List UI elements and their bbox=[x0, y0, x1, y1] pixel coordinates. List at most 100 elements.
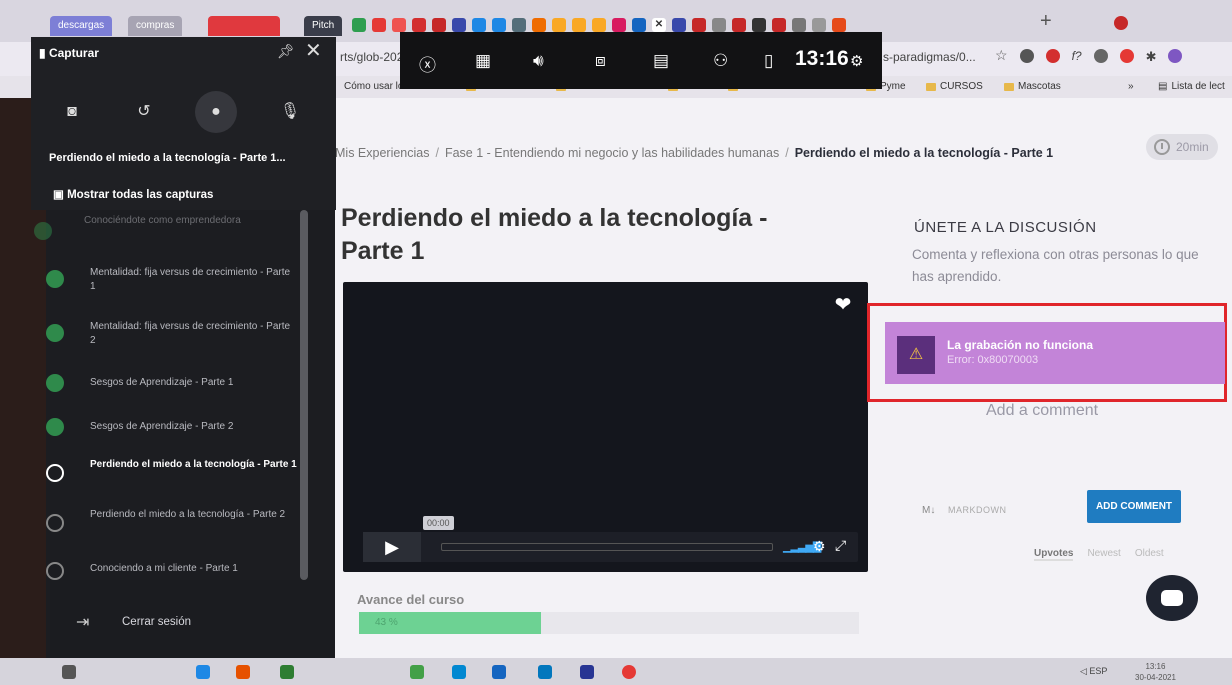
tab-favicon[interactable] bbox=[812, 18, 826, 32]
status-ring bbox=[46, 514, 64, 532]
reading-list[interactable]: ▤ Lista de lect bbox=[1158, 81, 1225, 92]
tab-favicon[interactable] bbox=[492, 18, 506, 32]
extension-icon[interactable] bbox=[1019, 49, 1034, 63]
status-dot bbox=[46, 324, 64, 342]
chat-button[interactable] bbox=[1146, 575, 1198, 621]
puzzle-icon[interactable]: ✱ bbox=[1146, 49, 1157, 65]
comment-input[interactable]: Add a comment bbox=[986, 402, 1098, 420]
tab-favicon[interactable] bbox=[612, 18, 626, 32]
record-last-button[interactable]: ↺ bbox=[123, 91, 165, 133]
extension-icon[interactable] bbox=[1119, 49, 1134, 63]
tab-favicon[interactable] bbox=[592, 18, 606, 32]
tab-favicon[interactable] bbox=[692, 18, 706, 32]
sort-upvotes[interactable]: Upvotes bbox=[1034, 548, 1074, 561]
record-button[interactable]: ● bbox=[195, 91, 237, 133]
settings-icon[interactable]: ⚙ bbox=[850, 52, 863, 70]
comment-sort-tabs: Upvotes Newest Oldest bbox=[1034, 548, 1164, 561]
widget-icon[interactable]: ▦ bbox=[475, 51, 491, 71]
tab-favicon[interactable] bbox=[532, 18, 546, 32]
tab-favicon[interactable] bbox=[372, 18, 386, 32]
error-toast[interactable]: ⚠ La grabación no funciona Error: 0x8007… bbox=[885, 322, 1225, 384]
tab-compras[interactable]: compras bbox=[128, 16, 183, 36]
taskbar-app-icon[interactable] bbox=[538, 665, 552, 679]
chrome-icon[interactable] bbox=[622, 665, 636, 679]
tab-descargas[interactable]: descargas bbox=[50, 16, 113, 36]
tab-favicon[interactable] bbox=[552, 18, 566, 32]
bookmark[interactable]: Mascotas bbox=[1004, 81, 1061, 92]
taskbar-app-icon[interactable] bbox=[236, 665, 250, 679]
video-player[interactable]: ❤ ▶ 00:00 ▁▂▃▅▇ ⚙ ⤢ bbox=[343, 282, 868, 572]
profile-icon[interactable] bbox=[1168, 49, 1183, 63]
audio-icon[interactable]: 🔊︎ bbox=[533, 51, 544, 71]
mouse-icon[interactable]: ▯ bbox=[764, 51, 773, 71]
close-icon[interactable]: ✕ bbox=[305, 38, 322, 63]
tab-favicon[interactable] bbox=[392, 18, 406, 32]
gear-icon[interactable]: ⚙ bbox=[813, 538, 826, 555]
fullscreen-icon[interactable]: ⤢ bbox=[835, 537, 846, 554]
tab-favicon[interactable] bbox=[352, 18, 366, 32]
tab-favicon[interactable] bbox=[712, 18, 726, 32]
performance-icon[interactable]: ▤ bbox=[653, 51, 669, 71]
tab-favicon[interactable] bbox=[732, 18, 746, 32]
address-bar-right[interactable]: s-paradigmas/0... bbox=[883, 50, 976, 64]
function-icon[interactable]: f? bbox=[1072, 49, 1082, 65]
xbox-icon[interactable]: ⓧ bbox=[419, 51, 436, 76]
capture-caption: Perdiendo el miedo a la tecnología - Par… bbox=[49, 152, 286, 164]
camera-icon: ◙ bbox=[67, 103, 77, 120]
keyboard-language[interactable]: ESP bbox=[1089, 666, 1107, 676]
tab-favicon[interactable] bbox=[412, 18, 426, 32]
bookmark[interactable]: CURSOS bbox=[926, 81, 983, 92]
tab-favicon[interactable] bbox=[752, 18, 766, 32]
show-all-captures-link[interactable]: ▣ Mostrar todas las capturas bbox=[53, 187, 213, 201]
screenshot-button[interactable]: ◙ bbox=[51, 91, 93, 133]
sidebar-scrollbar[interactable] bbox=[300, 210, 308, 580]
tab-favicon[interactable] bbox=[772, 18, 786, 32]
tab-red[interactable] bbox=[208, 16, 280, 36]
new-tab-button[interactable]: + bbox=[1040, 10, 1052, 33]
taskbar-app-icon[interactable] bbox=[452, 665, 466, 679]
taskbar-clock[interactable]: 13:16 30-04-2021 bbox=[1135, 661, 1176, 683]
toast-title: La grabación no funciona bbox=[947, 338, 1094, 352]
tab-favicon[interactable] bbox=[672, 18, 686, 32]
social-icon[interactable]: ⚇ bbox=[713, 51, 728, 71]
taskbar-app-icon[interactable] bbox=[410, 665, 424, 679]
breadcrumb-item[interactable]: Fase 1 - Entendiendo mi negocio y las ha… bbox=[445, 146, 779, 160]
duration-badge: 20min bbox=[1146, 134, 1218, 160]
taskbar-app-icon[interactable] bbox=[280, 665, 294, 679]
opera-icon[interactable] bbox=[1045, 49, 1060, 63]
taskbar-app-icon[interactable] bbox=[492, 665, 506, 679]
tab-favicon[interactable] bbox=[792, 18, 806, 32]
pin-icon[interactable]: 📌︎ bbox=[277, 43, 295, 60]
taskbar-app-icon[interactable] bbox=[196, 665, 210, 679]
star-icon[interactable]: ☆ bbox=[995, 47, 1008, 65]
sort-newest[interactable]: Newest bbox=[1087, 548, 1120, 561]
tab-favicon[interactable] bbox=[572, 18, 586, 32]
tab-favicon[interactable] bbox=[832, 18, 846, 32]
duration-label: 20min bbox=[1176, 140, 1209, 154]
tab-pitch[interactable]: Pitch bbox=[304, 16, 343, 36]
logout-button[interactable]: ⇥ Cerrar sesión bbox=[50, 580, 335, 658]
tab-favicon[interactable] bbox=[1114, 16, 1128, 30]
extension-icon[interactable] bbox=[1093, 49, 1108, 63]
tab-favicon[interactable] bbox=[452, 18, 466, 32]
discussion-heading: ÚNETE A LA DISCUSIÓN bbox=[914, 219, 1097, 236]
add-comment-button[interactable]: ADD COMMENT bbox=[1087, 490, 1181, 523]
mic-button[interactable]: 🎙︎ bbox=[269, 91, 311, 133]
logout-icon: ⇥ bbox=[76, 614, 90, 631]
breadcrumb-item[interactable]: Mis Experiencias bbox=[335, 146, 429, 160]
capture-icon[interactable]: ⧈ bbox=[595, 51, 606, 71]
speaker-icon[interactable]: ◁ bbox=[1080, 666, 1089, 676]
play-button[interactable]: ▶ bbox=[363, 532, 421, 562]
start-icon[interactable] bbox=[62, 665, 76, 679]
bookmark-overflow[interactable]: » bbox=[1128, 81, 1134, 92]
tab-favicon[interactable] bbox=[432, 18, 446, 32]
video-seek-bar[interactable] bbox=[441, 543, 773, 551]
heart-icon[interactable]: ❤ bbox=[830, 292, 856, 318]
close-icon[interactable]: ✕ bbox=[652, 18, 666, 32]
address-bar-left[interactable]: rts/glob-202 bbox=[340, 50, 403, 64]
taskbar-app-icon[interactable] bbox=[580, 665, 594, 679]
sort-oldest[interactable]: Oldest bbox=[1135, 548, 1164, 561]
tab-favicon[interactable] bbox=[632, 18, 646, 32]
tab-favicon[interactable] bbox=[512, 18, 526, 32]
tab-favicon[interactable] bbox=[472, 18, 486, 32]
